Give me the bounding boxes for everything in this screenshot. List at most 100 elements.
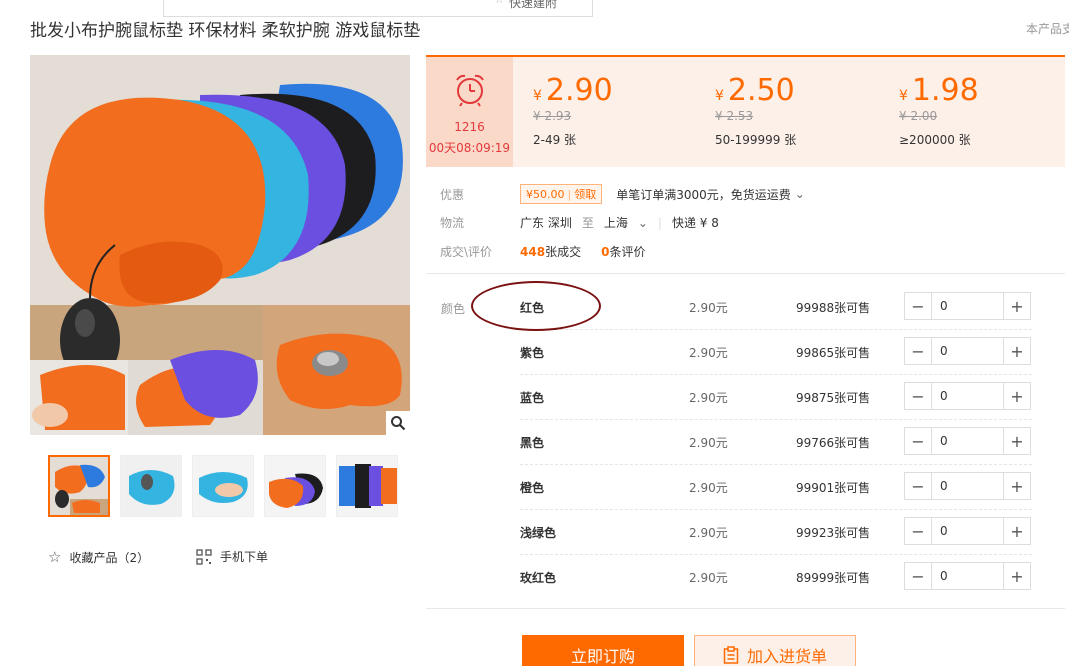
tier-old-price: ¥ 2.93 xyxy=(533,109,572,123)
minus-button[interactable]: − xyxy=(905,473,931,499)
tier-price: 2.90 xyxy=(545,73,613,108)
price-panel: 1216 00天08:09:19 ¥2.90 ¥ 2.93 2-49 张 ¥2.… xyxy=(426,55,1065,167)
quantity-input[interactable]: 0 xyxy=(931,428,1004,454)
timer-code: 1216 xyxy=(454,120,485,134)
coupon-amount: ¥50.00 xyxy=(526,188,565,201)
alarm-clock-icon xyxy=(456,74,484,107)
plus-button[interactable]: + xyxy=(1004,338,1030,364)
zoom-button[interactable] xyxy=(386,411,410,435)
thumbnail-strip xyxy=(48,455,398,517)
minus-button[interactable]: − xyxy=(905,518,931,544)
plus-button[interactable]: + xyxy=(1004,563,1030,589)
thumbnail-4[interactable] xyxy=(264,455,326,517)
minus-button[interactable]: − xyxy=(905,338,931,364)
minus-button[interactable]: − xyxy=(905,563,931,589)
sku-price: 2.90元 xyxy=(689,571,728,585)
buy-now-button[interactable]: 立即订购 xyxy=(522,635,684,666)
tier-price: 2.50 xyxy=(727,73,795,108)
main-product-image[interactable] xyxy=(30,55,410,435)
plus-button[interactable]: + xyxy=(1004,428,1030,454)
star-icon: ☆ xyxy=(494,0,505,6)
deals-row: 成交\评价 448 张成交 0 条评价 xyxy=(440,243,645,260)
sku-row: 黑色 2.90元 99766张可售 −0 + xyxy=(520,420,1032,465)
popup-text: 快速建附 xyxy=(509,0,558,10)
tier-old-price: ¥ 2.00 xyxy=(899,109,938,123)
right-note: 本产品支 xyxy=(1026,22,1069,36)
currency: ¥ xyxy=(533,88,542,104)
minus-button[interactable]: − xyxy=(905,383,931,409)
annotation-circle xyxy=(471,281,601,331)
sku-color-name: 紫色 xyxy=(520,346,545,360)
minus-button[interactable]: − xyxy=(905,428,931,454)
timer-countdown: 00天08:09:19 xyxy=(428,141,511,155)
promo-label: 优惠 xyxy=(440,187,465,202)
quantity-input[interactable]: 0 xyxy=(931,383,1004,409)
logistics-row: 物流 广东 深圳 至 上海 ⌄ | 快递 ¥ 8 xyxy=(440,214,719,231)
plus-button[interactable]: + xyxy=(1004,518,1030,544)
add-to-cart-button[interactable]: 加入进货单 xyxy=(694,635,856,666)
top-popup: ☆ 快速建附 xyxy=(163,0,593,17)
deals-label: 成交\评价 xyxy=(440,245,493,259)
tier-range: 50-199999 张 xyxy=(715,133,797,147)
quantity-input[interactable]: 0 xyxy=(931,473,1004,499)
review-suffix[interactable]: 条评价 xyxy=(609,243,645,260)
mobile-order[interactable]: 手机下单 xyxy=(196,548,268,565)
countdown-timer: 1216 00天08:09:19 xyxy=(426,57,513,167)
plus-button[interactable]: + xyxy=(1004,293,1030,319)
quantity-stepper: −0 + xyxy=(904,517,1031,545)
chevron-down-icon[interactable]: ⌄ xyxy=(795,187,805,201)
sku-stock: 99988张可售 xyxy=(796,301,871,315)
plus-button[interactable]: + xyxy=(1004,383,1030,409)
star-icon: ☆ xyxy=(48,548,62,566)
coupon-action: 领取 xyxy=(574,188,597,201)
color-label: 颜色 xyxy=(441,302,466,316)
sku-price: 2.90元 xyxy=(689,301,728,315)
minus-button[interactable]: − xyxy=(905,293,931,319)
price-tier-1: ¥2.90 ¥ 2.93 2-49 张 xyxy=(533,73,613,148)
divider xyxy=(426,273,1065,274)
sku-stock: 99923张可售 xyxy=(796,526,871,540)
quantity-input[interactable]: 0 xyxy=(931,338,1004,364)
ship-to-select[interactable]: 上海 ⌄ xyxy=(604,214,648,231)
quantity-input[interactable]: 0 xyxy=(931,563,1004,589)
sku-price: 2.90元 xyxy=(689,391,728,405)
thumbnail-1[interactable] xyxy=(48,455,110,517)
magnifier-icon xyxy=(391,416,406,431)
add-to-cart-label: 加入进货单 xyxy=(746,647,827,666)
sku-row: 橙色 2.90元 99901张可售 −0 + xyxy=(520,465,1032,510)
sku-color-name: 黑色 xyxy=(520,436,545,450)
shipping-note: 单笔订单满3000元，免货运运费 xyxy=(616,187,791,202)
sku-price: 2.90元 xyxy=(689,346,728,360)
sku-color-name: 浅绿色 xyxy=(520,526,557,540)
sku-stock: 89999张可售 xyxy=(796,571,871,585)
tier-price: 1.98 xyxy=(911,73,979,108)
sku-color-name: 玫红色 xyxy=(520,571,557,585)
sku-price: 2.90元 xyxy=(689,436,728,450)
review-count: 0 xyxy=(601,244,610,259)
favorite-label: 收藏产品（2） xyxy=(69,550,150,565)
tier-range: ≥200000 张 xyxy=(899,133,971,147)
price-tier-2: ¥2.50 ¥ 2.53 50-199999 张 xyxy=(715,73,796,148)
chevron-down-icon: ⌄ xyxy=(637,215,648,230)
promo-row: 优惠 ¥50.00 | 领取 单笔订单满3000元，免货运运费 ⌄ xyxy=(440,184,805,204)
divider-bar: | xyxy=(657,215,662,230)
sku-row: 蓝色 2.90元 99875张可售 −0 + xyxy=(520,375,1032,420)
thumbnail-2[interactable] xyxy=(120,455,182,517)
quantity-input[interactable]: 0 xyxy=(931,518,1004,544)
price-tier-3: ¥1.98 ¥ 2.00 ≥200000 张 xyxy=(899,73,979,148)
plus-button[interactable]: + xyxy=(1004,473,1030,499)
thumbnail-5[interactable] xyxy=(336,455,398,517)
clipboard-icon xyxy=(723,646,739,664)
thumbnail-3[interactable] xyxy=(192,455,254,517)
quantity-stepper: −0 + xyxy=(904,337,1031,365)
coupon-button[interactable]: ¥50.00 | 领取 xyxy=(520,184,603,204)
favorite-product[interactable]: ☆ 收藏产品（2） xyxy=(48,548,149,566)
currency: ¥ xyxy=(899,88,908,104)
express-fee: 快递 ¥ 8 xyxy=(671,216,719,230)
quantity-input[interactable]: 0 xyxy=(931,293,1004,319)
sku-row: 浅绿色 2.90元 99923张可售 −0 + xyxy=(520,510,1032,555)
logistics-label: 物流 xyxy=(440,216,465,230)
ship-from: 广东 深圳 xyxy=(520,216,572,230)
tier-old-price: ¥ 2.53 xyxy=(715,109,754,123)
qr-code-icon xyxy=(196,548,212,565)
